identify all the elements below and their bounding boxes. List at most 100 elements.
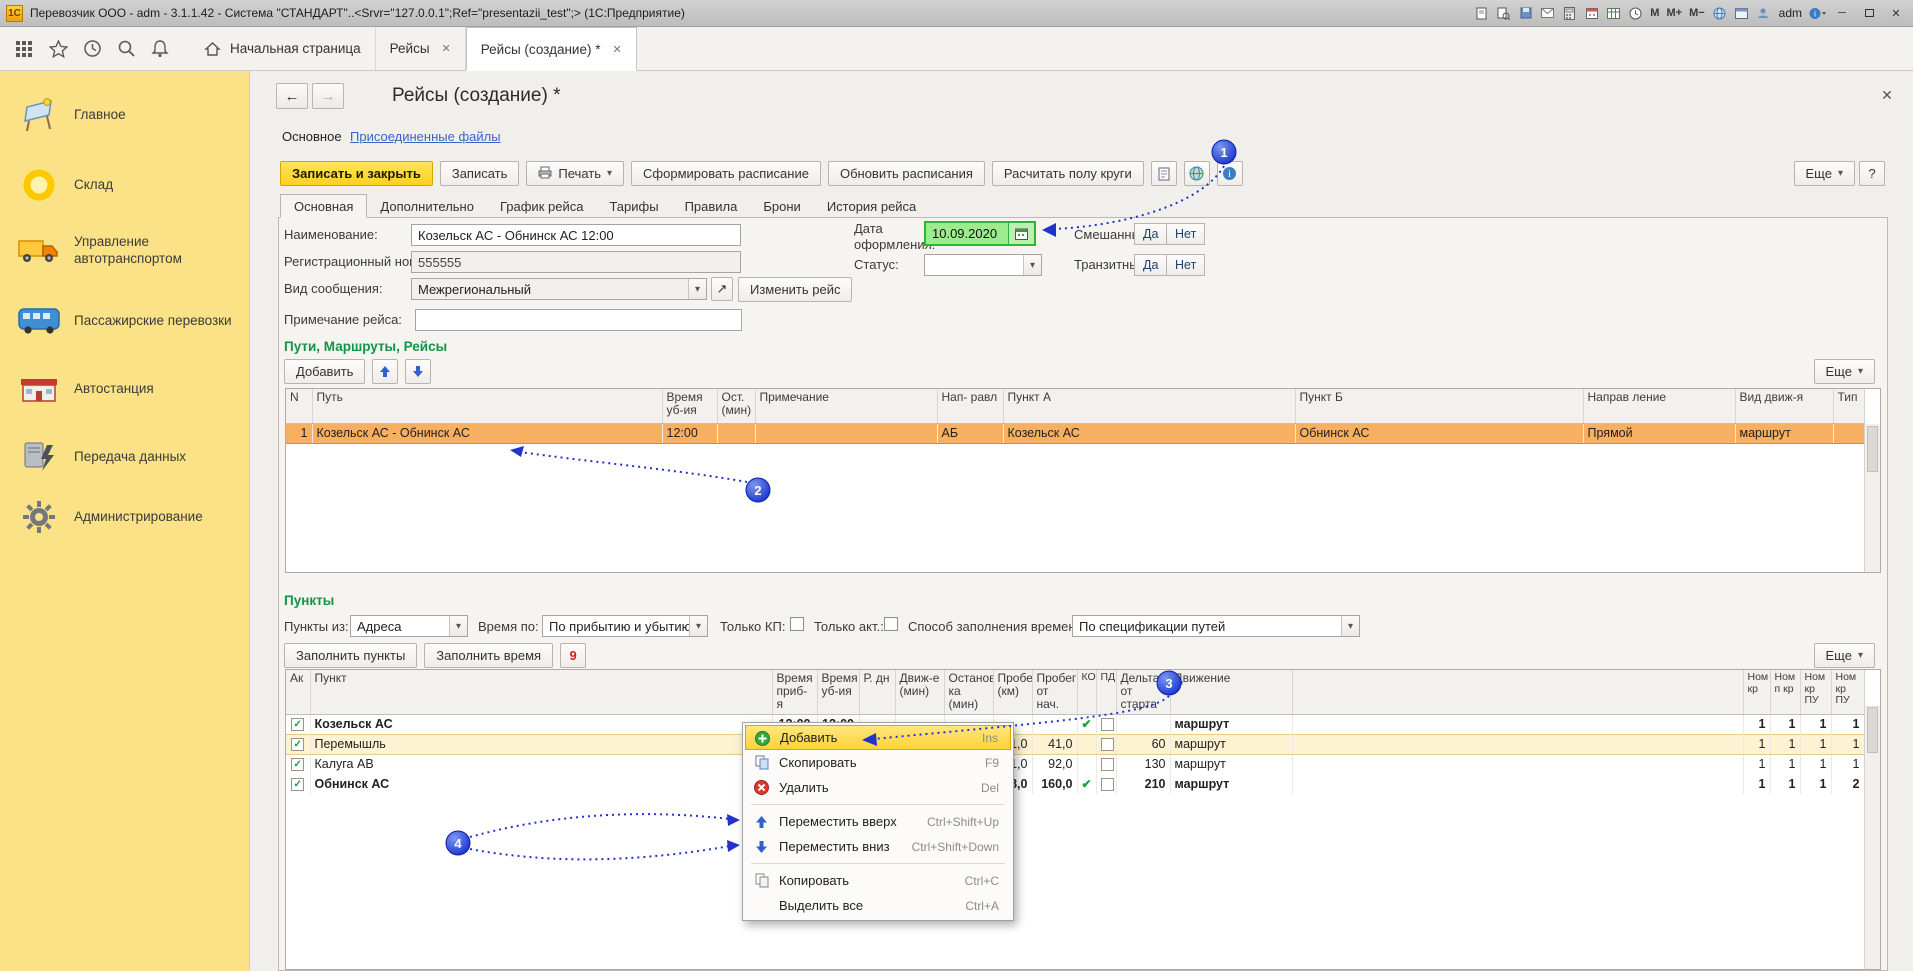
time-by-select[interactable]: По прибытию и убытию ▾ bbox=[542, 615, 708, 637]
col-header[interactable]: Дельта от старта bbox=[1116, 670, 1170, 714]
tab-trips-create-close-icon[interactable]: ✕ bbox=[612, 43, 621, 56]
cell[interactable]: Обнинск АС bbox=[310, 774, 772, 794]
save-icon[interactable] bbox=[1517, 6, 1534, 21]
sidebar-item-data-transfer[interactable]: Передача данных bbox=[0, 429, 250, 485]
minimize-button[interactable]: ─ bbox=[1831, 5, 1853, 22]
globe-button[interactable] bbox=[1184, 161, 1210, 186]
checkbox-checked[interactable]: ✓ bbox=[291, 718, 304, 731]
context-menu-item-add[interactable]: Добавить Ins bbox=[745, 725, 1011, 750]
cell[interactable]: 1 bbox=[1743, 734, 1770, 754]
nine-button[interactable]: 9 bbox=[560, 643, 586, 668]
info-dropdown-icon[interactable]: i bbox=[1809, 6, 1826, 21]
fill-time-button[interactable]: Заполнить время bbox=[424, 643, 553, 668]
chevron-down-icon[interactable]: ▾ bbox=[689, 616, 707, 636]
tab-trip-history[interactable]: История рейса bbox=[814, 194, 929, 218]
notifications-bell-icon[interactable] bbox=[150, 39, 170, 59]
cell[interactable]: 210 bbox=[1116, 774, 1170, 794]
tab-trips-close-icon[interactable]: ✕ bbox=[442, 42, 451, 55]
search-icon[interactable] bbox=[116, 39, 136, 59]
col-header[interactable]: Останов- ка (мин) bbox=[944, 670, 993, 714]
cell[interactable]: 1 bbox=[1800, 774, 1831, 794]
cell[interactable]: 1 bbox=[1800, 734, 1831, 754]
print-dropdown-icon[interactable]: ▾ bbox=[607, 168, 612, 179]
change-trip-button[interactable]: Изменить рейс bbox=[738, 277, 852, 302]
col-header[interactable]: Ном кр ПУ bbox=[1831, 670, 1864, 714]
globe-icon[interactable] bbox=[1711, 6, 1728, 21]
calendar-picker-icon[interactable] bbox=[1008, 223, 1034, 244]
sidebar-item-passenger[interactable]: Пассажирские перевозки bbox=[0, 293, 250, 349]
points-more-button[interactable]: Еще ▾ bbox=[1814, 643, 1875, 668]
search-document-icon[interactable] bbox=[1495, 6, 1512, 21]
only-kp-checkbox[interactable] bbox=[790, 617, 804, 631]
cell[interactable]: 2 bbox=[1831, 774, 1864, 794]
chevron-down-icon[interactable]: ▾ bbox=[449, 616, 467, 636]
cell-ko[interactable]: ✔ bbox=[1077, 714, 1096, 734]
col-header[interactable]: ПД bbox=[1096, 670, 1116, 714]
only-active-checkbox[interactable] bbox=[884, 617, 898, 631]
fill-method-select[interactable]: По спецификации путей ▾ bbox=[1072, 615, 1360, 637]
checkbox-checked[interactable]: ✓ bbox=[291, 758, 304, 771]
current-user-label[interactable]: adm bbox=[1779, 6, 1802, 20]
info-button[interactable]: i bbox=[1217, 161, 1243, 186]
main-menu-icon[interactable] bbox=[14, 39, 34, 59]
chevron-down-icon[interactable]: ▾ bbox=[1023, 255, 1041, 275]
cell-ko[interactable]: ✔ bbox=[1077, 774, 1096, 794]
tab-trips[interactable]: Рейсы ✕ bbox=[376, 27, 466, 70]
cell[interactable]: 92,0 bbox=[1032, 754, 1077, 774]
col-header[interactable]: Путь bbox=[312, 389, 662, 423]
point-row-selected[interactable]: ✓ Перемышль 41,0 41,0 60 маршрут 1 1 1 1 bbox=[286, 734, 1864, 754]
document-preview-icon[interactable] bbox=[1473, 6, 1490, 21]
history-clock-icon[interactable] bbox=[1627, 6, 1644, 21]
cell-ko[interactable] bbox=[1077, 754, 1096, 774]
context-menu-item-move-up[interactable]: Переместить вверх Ctrl+Shift+Up bbox=[745, 809, 1011, 834]
col-header[interactable]: Движение bbox=[1170, 670, 1292, 714]
sidebar-item-warehouse[interactable]: Склад bbox=[0, 157, 250, 213]
add-path-button[interactable]: Добавить bbox=[284, 359, 365, 384]
tab-trip-graph[interactable]: График рейса bbox=[487, 194, 596, 218]
cell[interactable]: Козельск АС bbox=[1003, 423, 1295, 443]
cell[interactable]: Прямой bbox=[1583, 423, 1735, 443]
checkbox-empty[interactable] bbox=[1101, 758, 1114, 771]
tab-rules[interactable]: Правила bbox=[672, 194, 751, 218]
memory-m-button[interactable]: M bbox=[1649, 7, 1660, 19]
sidebar-item-main[interactable]: Главное bbox=[0, 87, 250, 143]
tab-bookings[interactable]: Брони bbox=[750, 194, 813, 218]
cell-active[interactable]: ✓ bbox=[286, 714, 310, 734]
chevron-down-icon[interactable]: ▾ bbox=[1341, 616, 1359, 636]
paths-table-scrollbar[interactable] bbox=[1864, 424, 1880, 572]
col-header[interactable]: Вид движ-я bbox=[1735, 389, 1833, 423]
communication-type-select[interactable]: Межрегиональный ▾ bbox=[411, 278, 707, 300]
tab-additional[interactable]: Дополнительно bbox=[367, 194, 487, 218]
col-header[interactable]: Ном кр ПУ bbox=[1800, 670, 1831, 714]
paths-more-button[interactable]: Еще ▾ bbox=[1814, 359, 1875, 384]
cell[interactable]: 1 bbox=[1743, 774, 1770, 794]
context-menu-item-select-all[interactable]: Выделить все Ctrl+A bbox=[745, 893, 1011, 918]
move-up-button[interactable] bbox=[372, 359, 398, 384]
calc-semicircles-button[interactable]: Расчитать полу круги bbox=[992, 161, 1144, 186]
cell-pd[interactable] bbox=[1096, 734, 1116, 754]
cell[interactable]: 1 bbox=[1770, 734, 1800, 754]
tab-basic[interactable]: Основная bbox=[280, 194, 367, 218]
close-form-button[interactable]: ✕ bbox=[1877, 85, 1897, 105]
close-window-button[interactable]: ✕ bbox=[1885, 5, 1907, 22]
cell[interactable] bbox=[1116, 714, 1170, 734]
date-input[interactable]: 10.09.2020 bbox=[926, 223, 1008, 244]
col-header[interactable]: Ак bbox=[286, 670, 310, 714]
name-input[interactable]: Козельск АС - Обнинск АС 12:00 bbox=[411, 224, 741, 246]
cell-active[interactable]: ✓ bbox=[286, 754, 310, 774]
points-table-scrollbar[interactable] bbox=[1864, 705, 1880, 969]
favorites-star-icon[interactable] bbox=[48, 39, 68, 59]
col-header[interactable]: Ост. (мин) bbox=[717, 389, 755, 423]
memory-m-minus-button[interactable]: M− bbox=[1688, 7, 1706, 19]
col-header[interactable]: Примечание bbox=[755, 389, 937, 423]
col-header[interactable]: Ном п кр bbox=[1770, 670, 1800, 714]
cell-ko[interactable] bbox=[1077, 734, 1096, 754]
cell[interactable]: Козельск АС - Обнинск АС bbox=[312, 423, 662, 443]
cell[interactable]: 1 bbox=[1770, 774, 1800, 794]
col-header[interactable]: Время уб-ия bbox=[817, 670, 859, 714]
transit-no-button[interactable]: Нет bbox=[1166, 254, 1205, 276]
col-header[interactable]: Тип bbox=[1833, 389, 1864, 423]
context-menu-item-move-down[interactable]: Переместить вниз Ctrl+Shift+Down bbox=[745, 834, 1011, 859]
cell[interactable]: маршрут bbox=[1170, 754, 1292, 774]
col-header[interactable]: Пункт Б bbox=[1295, 389, 1583, 423]
